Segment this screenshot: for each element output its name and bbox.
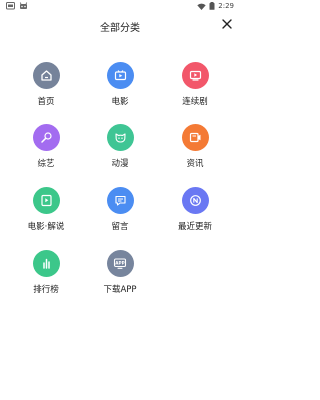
category-item-message[interactable]: 留言 xyxy=(90,187,150,247)
category-item-download-app[interactable]: APP 下载APP xyxy=(90,250,150,310)
category-label: 动漫 xyxy=(111,159,129,169)
tv-series-icon xyxy=(189,70,201,81)
category-tv-series-circle xyxy=(181,62,209,89)
category-item-movie[interactable]: 电影 xyxy=(90,62,150,122)
category-label: 最近更新 xyxy=(177,222,212,232)
category-label: 下载APP xyxy=(103,285,137,295)
microphone-icon xyxy=(40,132,52,143)
category-item-news[interactable]: 资讯 xyxy=(165,124,225,184)
category-item-home[interactable]: 首页 xyxy=(16,62,76,122)
category-item-variety[interactable]: 综艺 xyxy=(16,124,76,184)
home-icon xyxy=(40,70,52,81)
battery-icon xyxy=(209,2,215,10)
category-label: 电影 xyxy=(111,97,129,107)
category-label: 连续剧 xyxy=(182,97,208,107)
category-item-ranking[interactable]: 排行榜 xyxy=(16,250,76,310)
news-video-icon xyxy=(189,132,200,143)
category-message-circle xyxy=(106,187,134,214)
category-item-recent-updates[interactable]: 最近更新 xyxy=(165,187,225,247)
movie-icon xyxy=(114,70,126,81)
message-icon xyxy=(114,195,126,206)
status-bar: 2:29 xyxy=(0,0,240,14)
wifi-icon xyxy=(197,3,206,10)
category-item-movie-commentary[interactable]: 电影·解说 xyxy=(16,187,76,247)
category-variety-circle xyxy=(32,124,60,151)
category-recent-updates-circle xyxy=(181,187,209,214)
category-movie-commentary-circle xyxy=(32,187,60,214)
new-badge-icon xyxy=(189,195,201,206)
category-movie-circle xyxy=(106,62,134,89)
close-icon xyxy=(222,19,232,29)
category-label: 综艺 xyxy=(37,159,55,169)
category-label: 电影·解说 xyxy=(27,222,65,232)
page-title: 全部分类 xyxy=(100,23,140,34)
category-label: 资讯 xyxy=(186,159,204,169)
svg-text:APP: APP xyxy=(115,261,124,266)
category-download-app-circle: APP xyxy=(106,250,134,277)
bar-chart-icon xyxy=(42,258,50,269)
category-label: 首页 xyxy=(37,97,55,107)
app-download-icon: APP xyxy=(113,258,127,269)
play-list-icon xyxy=(40,194,52,207)
notification-icon xyxy=(6,2,15,10)
category-label: 排行榜 xyxy=(33,285,59,295)
category-home-circle xyxy=(32,62,60,89)
status-time: 2:29 xyxy=(218,2,234,10)
category-item-tv-series[interactable]: 连续剧 xyxy=(165,62,225,122)
category-label: 留言 xyxy=(111,222,129,232)
category-news-circle xyxy=(181,124,209,151)
close-button[interactable] xyxy=(220,17,234,31)
category-item-anime[interactable]: 动漫 xyxy=(90,124,150,184)
header: 全部分类 xyxy=(0,14,240,38)
category-ranking-circle xyxy=(32,250,60,277)
anime-cat-icon xyxy=(114,133,126,143)
robot-icon xyxy=(19,2,28,9)
category-anime-circle xyxy=(106,124,134,151)
